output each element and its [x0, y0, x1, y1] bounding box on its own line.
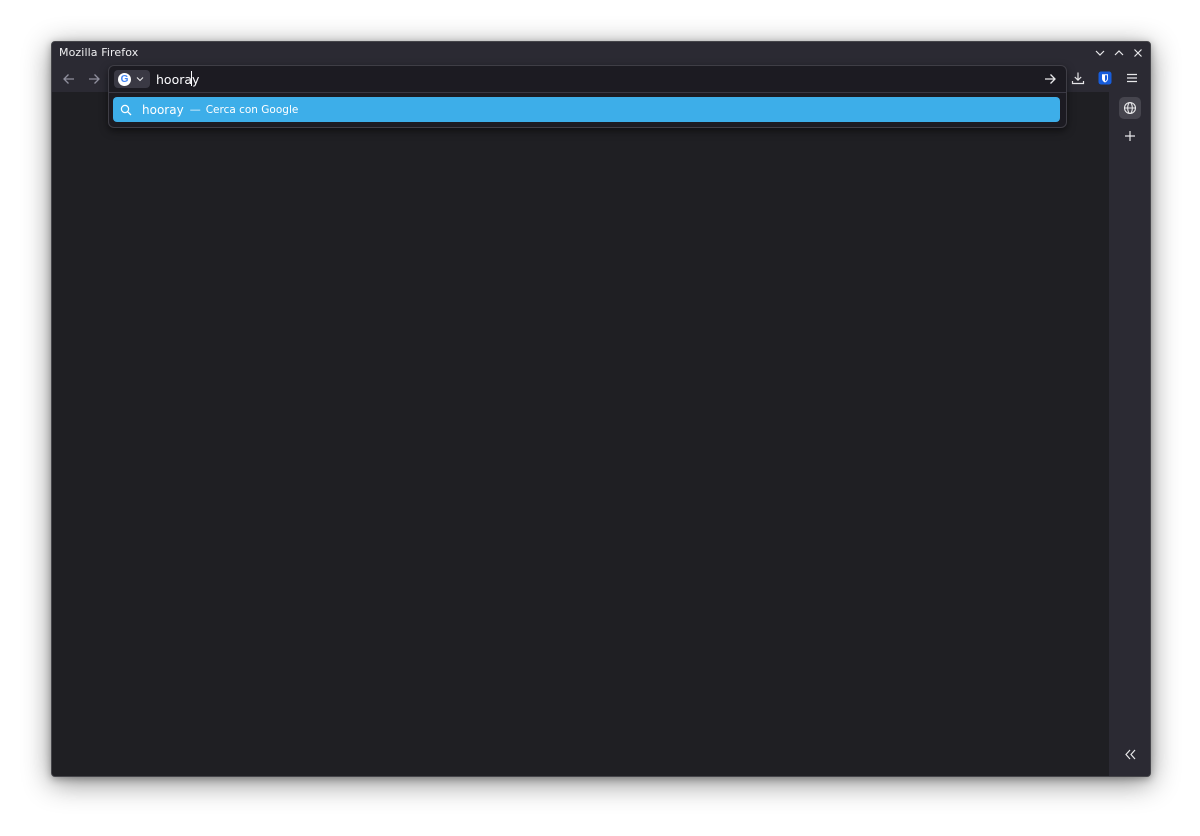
- hamburger-menu-icon: [1127, 73, 1137, 83]
- sidebar-globe-button[interactable]: [1119, 97, 1141, 119]
- url-input[interactable]: [156, 69, 1016, 89]
- browser-window: Mozilla Firefox G hooray hooray — Cerca …: [51, 41, 1151, 777]
- suggestion-separator: —: [189, 103, 201, 116]
- chevron-down-icon: [1095, 50, 1105, 56]
- go-arrow-icon: [1045, 74, 1056, 84]
- search-icon: [119, 103, 133, 117]
- title-bar: Mozilla Firefox: [52, 42, 1150, 64]
- close-icon: [1134, 49, 1142, 57]
- sidebar: [1109, 92, 1150, 776]
- forward-arrow-icon: [89, 74, 100, 84]
- chevron-up-icon: [1114, 50, 1124, 56]
- plus-icon: [1125, 131, 1135, 141]
- back-button[interactable]: [58, 68, 80, 90]
- urlbar-divider: [109, 92, 1066, 93]
- urlbar-popup: G hooray — Cerca con Google: [108, 65, 1067, 128]
- sidebar-add-button[interactable]: [1119, 125, 1141, 147]
- downloads-button[interactable]: [1067, 67, 1089, 89]
- bitwarden-shield-icon: [1098, 71, 1112, 85]
- suggestion-query: hooray: [142, 102, 184, 117]
- sidebar-collapse-button[interactable]: [1119, 743, 1141, 765]
- search-engine-button[interactable]: G: [114, 70, 150, 88]
- google-logo-icon: G: [118, 72, 131, 86]
- window-title: Mozilla Firefox: [59, 46, 139, 59]
- go-button[interactable]: [1040, 69, 1060, 89]
- suggestion-action: Cerca con Google: [205, 103, 299, 116]
- search-suggestion-row[interactable]: hooray — Cerca con Google: [113, 97, 1060, 122]
- text-caret: [191, 71, 192, 86]
- app-menu-button[interactable]: [1121, 67, 1143, 89]
- bitwarden-button[interactable]: [1094, 67, 1116, 89]
- page-content: [52, 92, 1109, 776]
- back-arrow-icon: [63, 74, 74, 84]
- chevron-down-icon: [136, 77, 144, 82]
- double-chevron-left-icon: [1124, 749, 1135, 759]
- download-icon: [1071, 72, 1085, 85]
- forward-button[interactable]: [83, 68, 105, 90]
- maximize-button[interactable]: [1110, 44, 1128, 62]
- globe-icon: [1123, 101, 1137, 115]
- minimize-button[interactable]: [1091, 44, 1109, 62]
- close-button[interactable]: [1129, 44, 1147, 62]
